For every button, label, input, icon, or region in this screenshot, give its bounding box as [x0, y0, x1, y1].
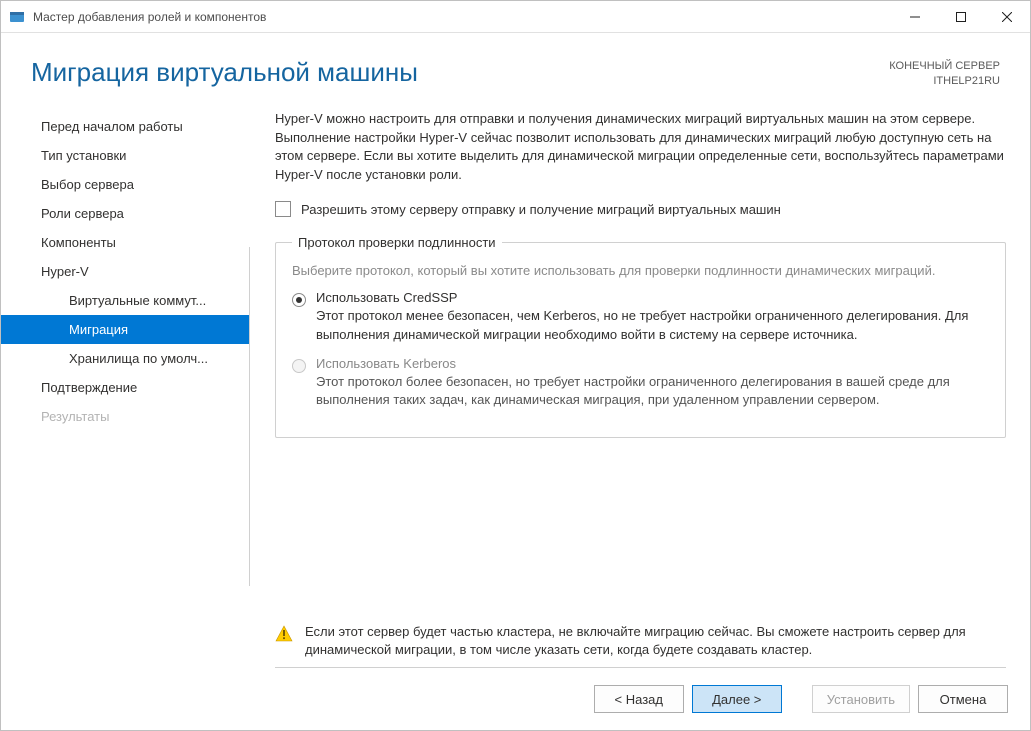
checkbox-label: Разрешить этому серверу отправку и получ… — [301, 202, 781, 217]
radio-icon — [292, 293, 306, 307]
server-name: ITHELP21RU — [889, 74, 1000, 89]
destination-server-block: КОНЕЧНЫЙ СЕРВЕР ITHELP21RU — [889, 57, 1000, 90]
sidebar-item-label: Компоненты — [41, 235, 116, 250]
wizard-body: Перед началом работы Тип установки Выбор с… — [1, 102, 1030, 668]
auth-protocol-group: Протокол проверки подлинности Выберите п… — [275, 235, 1006, 438]
app-icon — [9, 9, 25, 25]
window-controls — [892, 1, 1030, 32]
sidebar-item[interactable]: Хранилища по умолч... — [1, 344, 249, 373]
sidebar-item-label: Выбор сервера — [41, 177, 134, 192]
sidebar-item-label: Тип установки — [41, 148, 126, 163]
radio-option-description: Этот протокол более безопасен, но требуе… — [316, 373, 989, 409]
sidebar-item[interactable]: Тип установки — [1, 141, 249, 170]
sidebar-item: Результаты — [1, 402, 249, 431]
group-title: Протокол проверки подлинности — [292, 235, 502, 250]
radio-icon — [292, 359, 306, 373]
wizard-footer: < Назад Далее > Установить Отмена — [1, 668, 1030, 730]
sidebar-item[interactable]: Подтверждение — [1, 373, 249, 402]
intro-text: Hyper-V можно настроить для отправки и п… — [275, 110, 1006, 185]
radio-option-label: Использовать Kerberos — [316, 356, 989, 371]
radio-option-label: Использовать CredSSP — [316, 290, 989, 305]
wizard-steps-sidebar: Перед началом работы Тип установки Выбор с… — [1, 102, 249, 668]
sidebar-item[interactable]: Выбор сервера — [1, 170, 249, 199]
sidebar-item[interactable]: Миграция — [1, 315, 249, 344]
next-button[interactable]: Далее > — [692, 685, 782, 713]
back-button[interactable]: < Назад — [594, 685, 684, 713]
wizard-header: Миграция виртуальной машины КОНЕЧНЫЙ СЕР… — [1, 33, 1030, 102]
sidebar-item-label: Миграция — [69, 322, 128, 337]
sidebar-item-label: Результаты — [41, 409, 109, 424]
sidebar-item-label: Виртуальные коммут... — [69, 293, 206, 308]
group-help: Выберите протокол, который вы хотите исп… — [292, 262, 989, 280]
sidebar-item-label: Подтверждение — [41, 380, 137, 395]
install-button: Установить — [812, 685, 910, 713]
sidebar-item-label: Hyper-V — [41, 264, 89, 279]
sidebar-item-label: Хранилища по умолч... — [69, 351, 208, 366]
allow-migration-checkbox[interactable]: Разрешить этому серверу отправку и получ… — [275, 201, 1006, 217]
sidebar-item[interactable]: Перед началом работы — [1, 112, 249, 141]
footer-divider — [275, 667, 1006, 668]
server-label: КОНЕЧНЫЙ СЕРВЕР — [889, 59, 1000, 74]
minimize-button[interactable] — [892, 1, 938, 32]
sidebar-item-label: Перед началом работы — [41, 119, 183, 134]
page-title: Миграция виртуальной машины — [31, 57, 418, 88]
checkbox-icon — [275, 201, 291, 217]
sidebar-item[interactable]: Hyper-V — [1, 257, 249, 286]
close-button[interactable] — [984, 1, 1030, 32]
cluster-warning-note: Если этот сервер будет частью кластера, … — [275, 603, 1006, 667]
radio-option-description: Этот протокол менее безопасен, чем Kerbe… — [316, 307, 989, 343]
auth-option-credssp[interactable]: Использовать CredSSP Этот протокол менее … — [292, 290, 989, 343]
auth-option-kerberos: Использовать Kerberos Этот протокол более… — [292, 356, 989, 409]
window-title: Мастер добавления ролей и компонентов — [33, 10, 892, 24]
sidebar-item[interactable]: Виртуальные коммут... — [1, 286, 249, 315]
titlebar: Мастер добавления ролей и компонентов — [1, 1, 1030, 33]
sidebar-item[interactable]: Роли сервера — [1, 199, 249, 228]
cancel-button[interactable]: Отмена — [918, 685, 1008, 713]
wizard-content: Hyper-V можно настроить для отправки и п… — [249, 102, 1030, 668]
note-text: Если этот сервер будет частью кластера, … — [305, 623, 1006, 659]
sidebar-item-label: Роли сервера — [41, 206, 124, 221]
sidebar-item[interactable]: Компоненты — [1, 228, 249, 257]
warning-icon — [275, 625, 293, 643]
maximize-button[interactable] — [938, 1, 984, 32]
